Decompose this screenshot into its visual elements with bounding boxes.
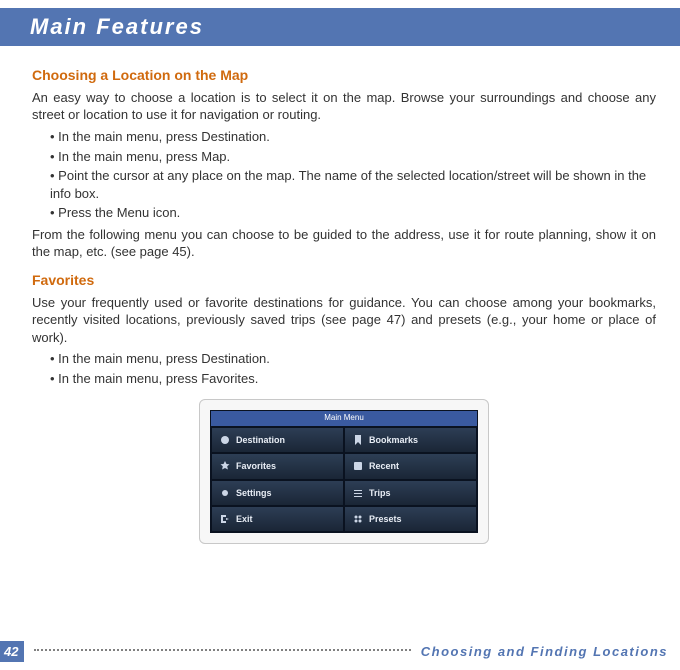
menu-item-label: Trips xyxy=(369,487,391,499)
menu-item-label: Destination xyxy=(236,434,285,446)
section1-intro: An easy way to choose a location is to s… xyxy=(32,89,656,124)
page-content: Choosing a Location on the Map An easy w… xyxy=(0,50,680,639)
section1-bullets: In the main menu, press Destination. In … xyxy=(50,128,656,222)
menu-item-trips: Trips xyxy=(344,480,477,506)
page-footer: 42 Choosing and Finding Locations xyxy=(0,639,680,670)
settings-icon xyxy=(220,488,230,498)
menu-item-label: Presets xyxy=(369,513,402,525)
section-heading-choosing-location: Choosing a Location on the Map xyxy=(32,66,656,85)
bullet-item: Point the cursor at any place on the map… xyxy=(50,167,656,202)
recent-icon xyxy=(353,461,363,471)
menu-item-label: Exit xyxy=(236,513,253,525)
menu-item-favorites: Favorites xyxy=(211,453,344,479)
page-header-title: Main Features xyxy=(30,14,204,39)
section2-intro: Use your frequently used or favorite des… xyxy=(32,294,656,347)
menu-grid: Destination Bookmarks Favorites Recent S… xyxy=(211,427,477,532)
menu-item-recent: Recent xyxy=(344,453,477,479)
bullet-item: In the main menu, press Destination. xyxy=(50,128,656,146)
bullet-item: Press the Menu icon. xyxy=(50,204,656,222)
bullet-item: In the main menu, press Map. xyxy=(50,148,656,166)
menu-item-label: Recent xyxy=(369,460,399,472)
menu-item-label: Bookmarks xyxy=(369,434,418,446)
section1-outro: From the following menu you can choose t… xyxy=(32,226,656,261)
menu-item-settings: Settings xyxy=(211,480,344,506)
page-header: Main Features xyxy=(0,8,680,46)
menu-screenshot-frame: Main Menu Destination Bookmarks Favorite… xyxy=(199,399,489,543)
section2-bullets: In the main menu, press Destination. In … xyxy=(50,350,656,387)
menu-item-destination: Destination xyxy=(211,427,344,453)
footer-section-label: Choosing and Finding Locations xyxy=(421,644,668,659)
presets-icon xyxy=(353,514,363,524)
menu-item-bookmarks: Bookmarks xyxy=(344,427,477,453)
favorites-icon xyxy=(220,461,230,471)
page-number: 42 xyxy=(0,641,24,662)
menu-item-exit: Exit xyxy=(211,506,344,532)
menu-item-label: Favorites xyxy=(236,460,276,472)
menu-item-presets: Presets xyxy=(344,506,477,532)
bullet-item: In the main menu, press Destination. xyxy=(50,350,656,368)
exit-icon xyxy=(220,514,230,524)
menu-item-label: Settings xyxy=(236,487,272,499)
menu-screenshot: Main Menu Destination Bookmarks Favorite… xyxy=(210,410,478,532)
trips-icon xyxy=(353,488,363,498)
footer-divider xyxy=(34,649,410,651)
destination-icon xyxy=(220,435,230,445)
menu-screenshot-title: Main Menu xyxy=(211,411,477,427)
bullet-item: In the main menu, press Favorites. xyxy=(50,370,656,388)
section-heading-favorites: Favorites xyxy=(32,271,656,290)
bookmarks-icon xyxy=(353,435,363,445)
